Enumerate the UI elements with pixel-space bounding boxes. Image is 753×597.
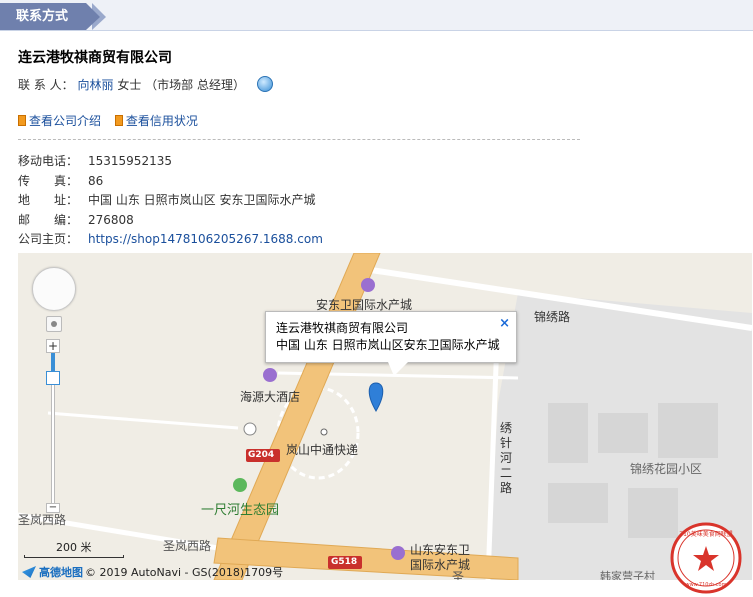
popup-title: 连云港牧祺商贸有限公司 xyxy=(276,321,409,335)
map-copyright: 高德地图 © 2019 AutoNavi - GS(2018)1709号 xyxy=(22,564,283,580)
document-icon xyxy=(18,115,26,126)
map-label-hotel: 海源大酒店 xyxy=(240,390,301,404)
svg-text:www.710zh.com: www.710zh.com xyxy=(685,582,726,588)
credit-status-label: 查看信用状况 xyxy=(125,114,198,128)
company-intro-label: 查看公司介绍 xyxy=(29,114,102,128)
express-poi-icon xyxy=(320,428,328,436)
map-label-hanjia: 韩家营子村 xyxy=(600,570,655,580)
contact-label: 联 系 人： xyxy=(18,78,74,92)
tab-contact[interactable]: 联系方式 xyxy=(0,3,86,30)
popup-address: 中国 山东 日照市岚山区安东卫国际水产城 xyxy=(276,338,500,352)
map-label-jinxiu-road: 锦绣路 xyxy=(534,310,571,324)
info-value: 15315952135 xyxy=(88,154,172,168)
map-view[interactable]: 安东卫国际水产城 锦绣路 海源大酒店 岚山中通快递 G204 锦绣花园小区 绣针… xyxy=(18,253,752,580)
map-label-jinxiu-garden: 锦绣花园小区 xyxy=(630,462,703,476)
info-label: 邮 编： xyxy=(18,212,79,227)
map-building xyxy=(598,413,648,453)
contact-info-list: 移动电话： 15315952135 传 真： 86 地 址： 中国 山东 日照市岚山区… xyxy=(18,152,323,250)
map-label-shenglan-west-2: 圣岚西路 xyxy=(163,539,212,553)
info-label: 传 真： xyxy=(18,173,79,188)
company-intro-link[interactable]: 查看公司介绍 xyxy=(18,114,101,128)
map-building xyxy=(658,403,718,458)
amap-brand: 高德地图 xyxy=(39,566,83,579)
document-icon xyxy=(114,115,123,126)
watermark-stamp: 710美味美食网联盟 www.710zh.com xyxy=(670,522,742,594)
info-label: 地 址： xyxy=(18,193,79,207)
zoom-slider-handle[interactable] xyxy=(46,371,60,385)
map-building xyxy=(548,403,588,463)
svg-text:710美味美食网联盟: 710美味美食网联盟 xyxy=(679,530,732,538)
company-links: 查看公司介绍 查看信用状况 xyxy=(18,112,208,129)
zoom-out-button[interactable]: − xyxy=(46,503,60,513)
contact-person-row: 联 系 人： 向林丽 女士 （市场部 总经理） xyxy=(18,76,273,93)
info-value: 中国 山东 日照市岚山区 安东卫国际水产城 xyxy=(88,193,316,207)
copyright-text: © 2019 AutoNavi - GS(2018)1709号 xyxy=(85,566,284,579)
info-row-fax: 传 真： 86 xyxy=(18,172,323,192)
map-road-minor xyxy=(47,411,239,430)
info-label: 公司主页： xyxy=(18,232,79,246)
locate-icon[interactable] xyxy=(46,316,62,332)
info-label: 移动电话： xyxy=(18,154,79,168)
info-value: 86 xyxy=(88,173,104,188)
homepage-link[interactable]: https://shop1478106205267.1688.com xyxy=(88,232,323,246)
contact-name-link[interactable]: 向林丽 xyxy=(77,78,113,92)
popup-close-icon[interactable]: × xyxy=(499,315,510,332)
map-label-park: 一尺河生态园 xyxy=(201,503,280,518)
info-value: 276808 xyxy=(88,212,134,227)
chat-icon[interactable] xyxy=(256,76,273,92)
tab-arrow xyxy=(86,3,100,30)
divider xyxy=(18,139,580,140)
map-label-shenglan-west: 圣岚西路 xyxy=(18,513,67,527)
location-pin-icon[interactable] xyxy=(368,382,384,412)
tab-bar: 联系方式 xyxy=(0,0,753,31)
amap-logo-icon xyxy=(22,566,36,578)
poi-icon xyxy=(391,546,405,560)
info-row-address: 地 址： 中国 山东 日照市岚山区 安东卫国际水产城 xyxy=(18,191,323,211)
zoom-in-button[interactable]: + xyxy=(46,339,60,353)
info-row-postcode: 邮 编： 276808 xyxy=(18,211,323,231)
map-label-g204: G204 xyxy=(248,450,275,460)
info-row-mobile: 移动电话： 15315952135 xyxy=(18,152,323,172)
contact-title: 女士 （市场部 总经理） xyxy=(117,78,245,92)
map-building xyxy=(548,483,608,523)
scale-label: 200 米 xyxy=(56,541,92,554)
zoom-slider-fill xyxy=(51,353,55,371)
scale-line xyxy=(24,555,124,558)
popup-tail xyxy=(388,362,408,376)
company-name: 连云港牧祺商贸有限公司 xyxy=(18,50,172,66)
hotel-poi-icon xyxy=(263,368,277,382)
poi-icon xyxy=(243,422,257,436)
map-info-popup: 连云港牧祺商贸有限公司 中国 山东 日照市岚山区安东卫国际水产城 × xyxy=(265,311,517,363)
info-row-homepage: 公司主页： https://shop1478106205267.1688.com xyxy=(18,230,323,250)
market-poi-icon xyxy=(361,278,375,292)
credit-status-link[interactable]: 查看信用状况 xyxy=(114,114,198,128)
map-label-sheng: 圣 xyxy=(452,570,465,580)
map-label-road-2: 绣针河二路 xyxy=(500,421,513,495)
pan-control[interactable] xyxy=(32,267,76,311)
map-label-g518: G518 xyxy=(331,557,358,567)
park-poi-icon xyxy=(233,478,247,492)
map-label-express: 岚山中通快递 xyxy=(286,443,359,457)
